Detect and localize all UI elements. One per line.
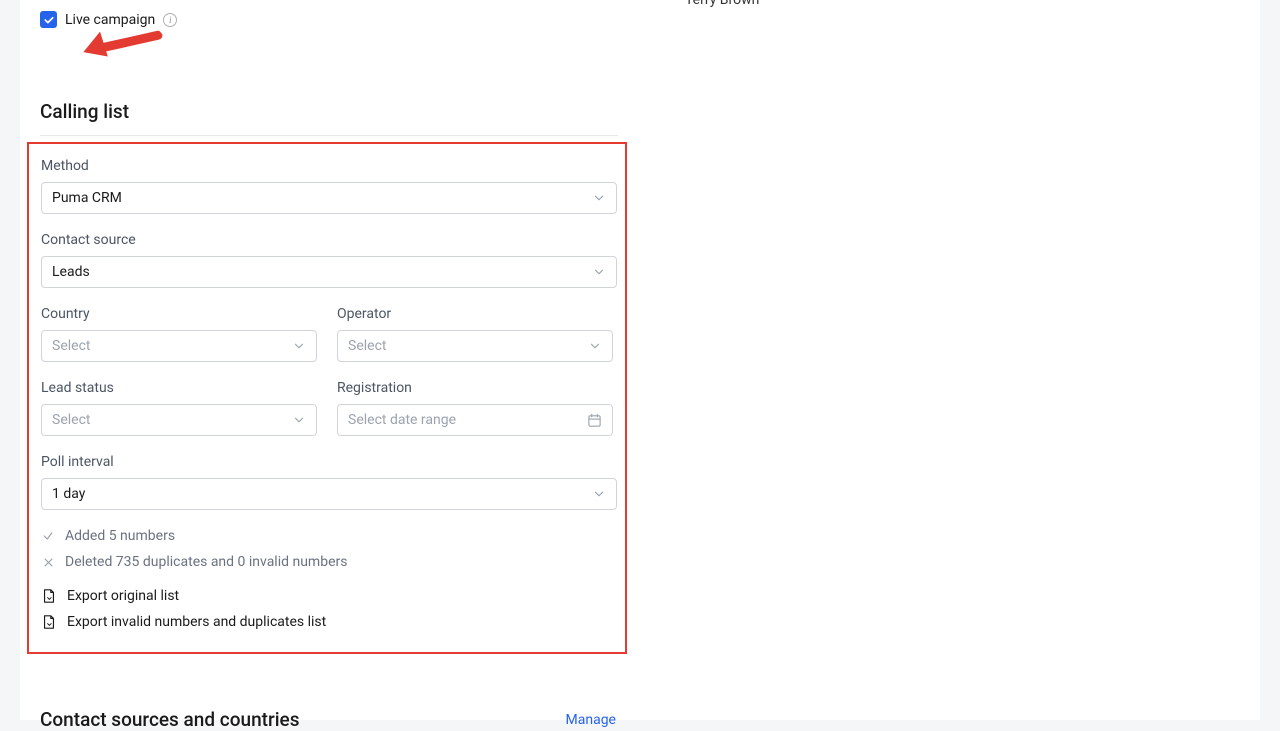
calling-list-heading: Calling list	[40, 100, 1240, 123]
info-icon[interactable]: i	[163, 13, 177, 27]
document-download-icon	[41, 588, 57, 604]
operator-label: Operator	[337, 306, 613, 322]
export-original-label: Export original list	[67, 588, 179, 604]
chevron-down-icon	[592, 191, 606, 205]
chevron-down-icon	[292, 339, 306, 353]
highlight-box: Method Puma CRM Contact source Leads Cou…	[27, 142, 627, 654]
poll-interval-select[interactable]: 1 day	[41, 478, 617, 510]
operator-select[interactable]: Select	[337, 330, 613, 362]
document-download-icon	[41, 614, 57, 630]
operator-placeholder: Select	[348, 338, 386, 354]
method-select[interactable]: Puma CRM	[41, 182, 617, 214]
contact-source-select[interactable]: Leads	[41, 256, 617, 288]
export-original-button[interactable]: Export original list	[41, 588, 613, 604]
live-campaign-checkbox[interactable]	[40, 11, 57, 28]
registration-date-input[interactable]: Select date range	[337, 404, 613, 436]
partial-text-top: Terry Brown	[685, 0, 759, 8]
divider	[40, 135, 618, 136]
chevron-down-icon	[592, 487, 606, 501]
chevron-down-icon	[292, 413, 306, 427]
country-label: Country	[41, 306, 317, 322]
registration-placeholder: Select date range	[348, 412, 456, 428]
export-invalid-button[interactable]: Export invalid numbers and duplicates li…	[41, 614, 613, 630]
lead-status-select[interactable]: Select	[41, 404, 317, 436]
status-deleted-text: Deleted 735 duplicates and 0 invalid num…	[65, 554, 347, 570]
calendar-icon	[587, 413, 602, 428]
x-icon	[41, 557, 55, 568]
check-icon	[41, 530, 55, 542]
status-added: Added 5 numbers	[41, 528, 613, 544]
contact-source-value: Leads	[52, 264, 90, 280]
registration-label: Registration	[337, 380, 613, 396]
check-icon	[43, 14, 55, 26]
poll-interval-label: Poll interval	[41, 454, 613, 470]
method-value: Puma CRM	[52, 190, 122, 206]
contact-source-label: Contact source	[41, 232, 613, 248]
lead-status-label: Lead status	[41, 380, 317, 396]
method-label: Method	[41, 158, 613, 174]
status-added-text: Added 5 numbers	[65, 528, 175, 544]
chevron-down-icon	[592, 265, 606, 279]
chevron-down-icon	[588, 339, 602, 353]
lead-status-placeholder: Select	[52, 412, 90, 428]
poll-interval-value: 1 day	[52, 486, 85, 502]
country-select[interactable]: Select	[41, 330, 317, 362]
status-deleted: Deleted 735 duplicates and 0 invalid num…	[41, 554, 613, 570]
export-invalid-label: Export invalid numbers and duplicates li…	[67, 614, 326, 630]
country-placeholder: Select	[52, 338, 90, 354]
